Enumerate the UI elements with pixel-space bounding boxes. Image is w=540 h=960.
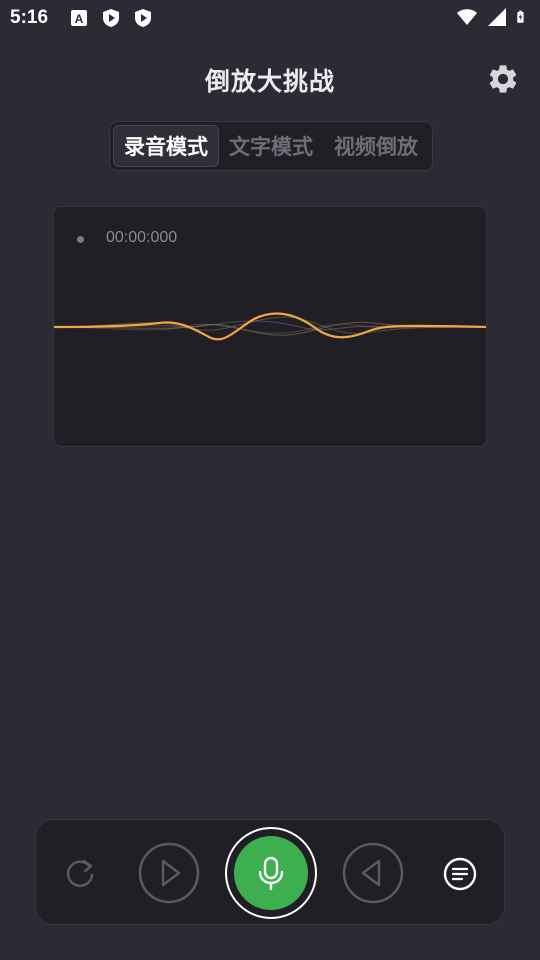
recordings-list-button[interactable] — [442, 856, 478, 892]
battery-charging-icon — [517, 10, 524, 23]
playback-controls — [35, 819, 505, 925]
shield-play-icon — [103, 9, 120, 27]
play-button[interactable] — [138, 842, 200, 904]
play-icon — [138, 842, 200, 904]
tab-text-mode[interactable]: 文字模式 — [219, 125, 323, 167]
list-icon — [443, 857, 477, 891]
signal-icon — [488, 8, 506, 26]
replay-icon — [66, 859, 94, 887]
shield-play-icon — [135, 9, 152, 27]
status-time: 5:16 — [10, 7, 49, 28]
record-status-dot — [77, 236, 84, 243]
wifi-icon — [457, 9, 477, 25]
mode-tabs: 录音模式 文字模式 视频倒放 — [109, 121, 433, 171]
status-bar: 5:16 A — [0, 0, 540, 36]
status-icons-left: A — [68, 7, 154, 29]
page-title: 倒放大挑战 — [204, 67, 335, 96]
waveform-panel: 00:00:000 — [53, 206, 487, 447]
svg-text:A: A — [75, 12, 84, 26]
replay-button[interactable] — [60, 853, 100, 893]
status-icons-right — [456, 6, 530, 28]
record-button-inner — [234, 836, 308, 910]
record-button[interactable] — [225, 827, 317, 919]
reverse-play-button[interactable] — [342, 842, 404, 904]
settings-button[interactable] — [486, 62, 520, 96]
tab-record-mode[interactable]: 录音模式 — [113, 125, 219, 167]
gear-icon — [489, 65, 517, 93]
record-timer: 00:00:000 — [106, 229, 178, 246]
microphone-icon — [258, 856, 284, 891]
a-icon: A — [71, 10, 88, 26]
reverse-play-icon — [342, 842, 404, 904]
tab-video-reverse[interactable]: 视频倒放 — [323, 125, 429, 167]
header: 倒放大挑战 — [0, 56, 540, 102]
